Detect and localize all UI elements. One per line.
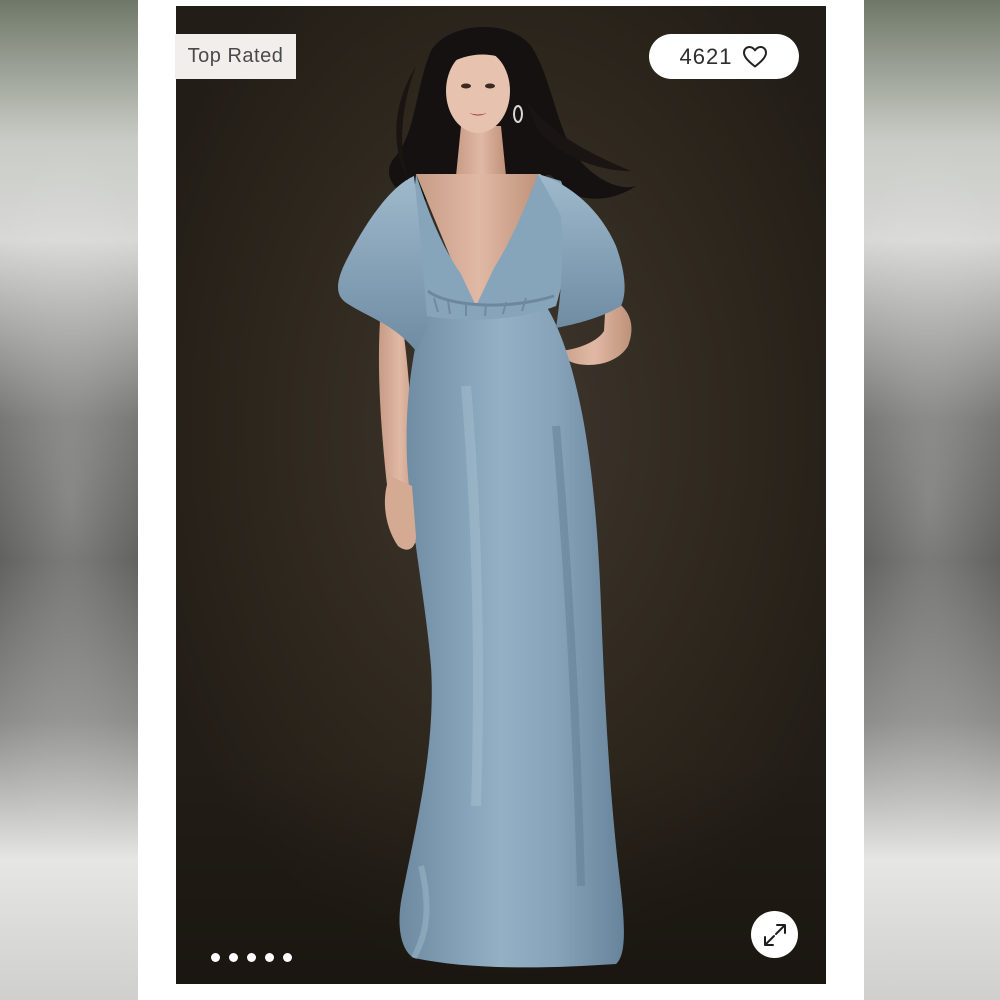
model-in-dress-illustration (338, 26, 636, 968)
carousel-dot-2[interactable] (229, 953, 238, 962)
expand-image-button[interactable] (751, 911, 798, 958)
like-count: 4621 (679, 43, 733, 69)
carousel-dot-4[interactable] (265, 953, 274, 962)
carousel-dot-5[interactable] (283, 953, 292, 962)
product-photo[interactable] (176, 6, 826, 984)
carousel-dot-3[interactable] (247, 953, 256, 962)
heart-outline-icon (743, 45, 768, 67)
dress-skirt (399, 306, 624, 968)
carousel-dot-1[interactable] (211, 953, 220, 962)
carousel-dots (211, 953, 292, 963)
expand-arrows-icon (763, 923, 786, 946)
top-rated-badge: Top Rated (175, 34, 296, 79)
like-button[interactable]: 4621 (649, 34, 799, 79)
